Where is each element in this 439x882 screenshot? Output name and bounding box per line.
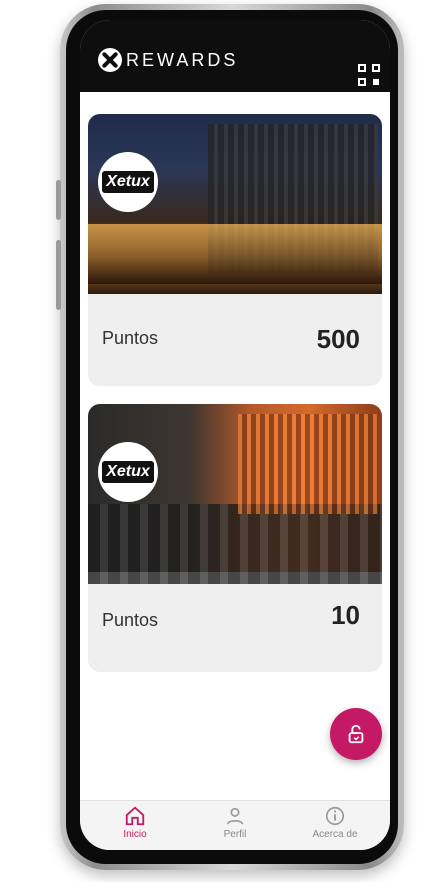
home-icon bbox=[125, 806, 145, 826]
nav-label: Perfil bbox=[223, 829, 247, 840]
bottom-navigation: Inicio Perfil Acerca de bbox=[80, 800, 390, 850]
nav-item-acerca[interactable]: Acerca de bbox=[290, 805, 380, 840]
app-screen: REWARDS Xetux Puntos 500 Xetux Puntos 10… bbox=[80, 20, 390, 850]
brand-x-icon bbox=[98, 48, 122, 72]
nav-label: Acerca de bbox=[312, 829, 358, 840]
merchant-logo-text: Xetux bbox=[102, 461, 154, 483]
merchant-logo: Xetux bbox=[98, 442, 158, 502]
unlock-fab-button[interactable] bbox=[330, 708, 382, 760]
points-row: Puntos 10 bbox=[88, 572, 382, 672]
points-value: 500 bbox=[316, 324, 360, 354]
phone-mockup: REWARDS Xetux Puntos 500 Xetux Puntos 10… bbox=[0, 0, 439, 882]
brand-logo: REWARDS bbox=[98, 48, 238, 72]
points-label: Puntos bbox=[102, 610, 159, 630]
unlock-icon bbox=[348, 724, 364, 744]
merchant-logo-text: Xetux bbox=[102, 171, 154, 193]
bar-exterior-photo: Xetux bbox=[88, 114, 382, 294]
points-label: Puntos bbox=[102, 328, 159, 348]
main-content: Xetux Puntos 500 Xetux Puntos 10 bbox=[80, 92, 390, 810]
volume-button bbox=[56, 180, 61, 220]
nav-item-perfil[interactable]: Perfil bbox=[190, 805, 280, 840]
nav-label: Inicio bbox=[123, 829, 147, 840]
user-icon bbox=[226, 807, 244, 825]
reward-card[interactable]: Xetux Puntos 10 bbox=[88, 404, 382, 672]
nav-item-inicio[interactable]: Inicio bbox=[90, 805, 180, 840]
reward-card[interactable]: Xetux Puntos 500 bbox=[88, 114, 382, 386]
app-header: REWARDS bbox=[80, 20, 390, 92]
restaurant-interior-photo: Xetux bbox=[88, 404, 382, 584]
merchant-logo: Xetux bbox=[98, 152, 158, 212]
points-row: Puntos 500 bbox=[88, 294, 382, 386]
info-icon bbox=[325, 806, 345, 826]
power-button bbox=[56, 240, 61, 310]
brand-title: REWARDS bbox=[126, 49, 239, 70]
points-value: 10 bbox=[331, 600, 360, 630]
qr-code-icon[interactable] bbox=[358, 64, 380, 86]
